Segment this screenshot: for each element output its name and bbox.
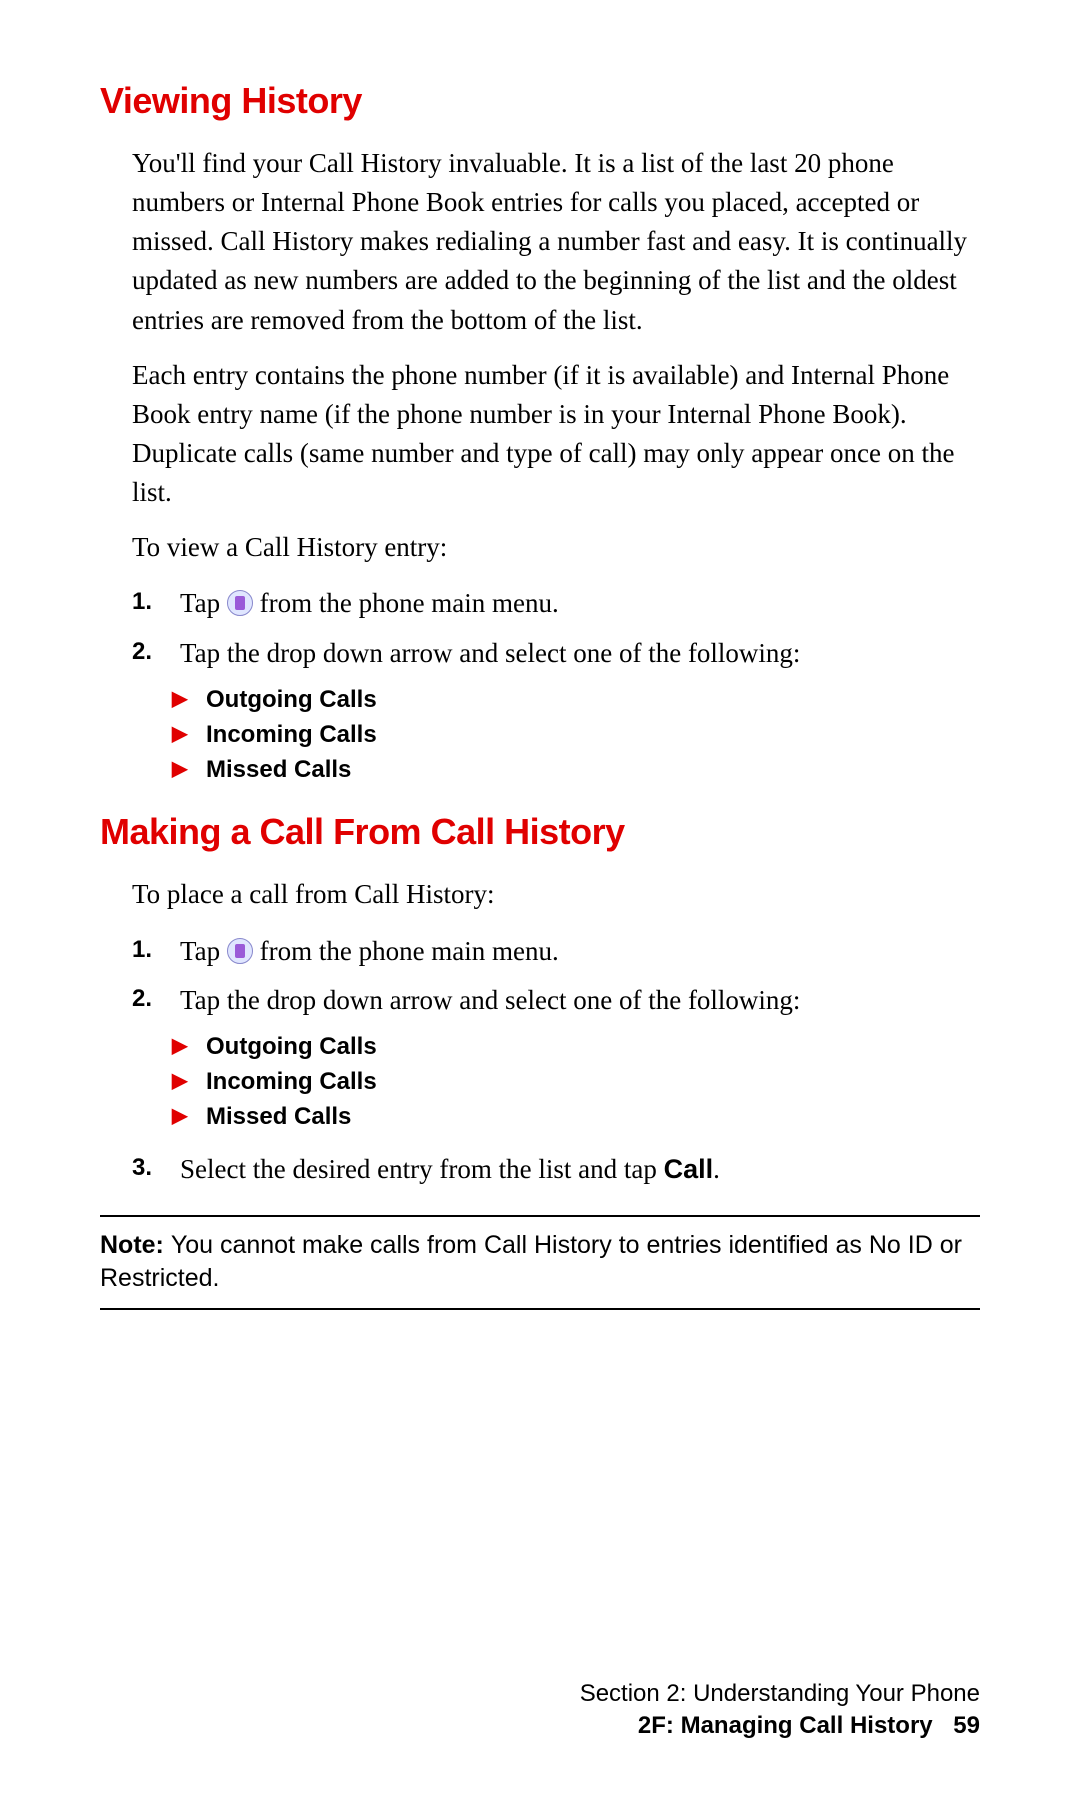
- triangle-icon: ▶: [172, 685, 187, 714]
- call-type-list-1: ▶ Outgoing Calls ▶ Incoming Calls ▶ Missed …: [172, 683, 980, 787]
- para-intro-3: To view a Call History entry:: [132, 528, 980, 567]
- phone-menu-icon: [227, 590, 253, 616]
- page-number: 59: [953, 1712, 980, 1739]
- step-item: Tap the drop down arrow and select one o…: [132, 980, 980, 1022]
- bullet-label: Missed Calls: [206, 1103, 351, 1130]
- bullet-label: Outgoing Calls: [206, 686, 377, 713]
- step-text-post: from the phone main menu.: [260, 936, 559, 966]
- phone-menu-icon: [227, 938, 253, 964]
- step-item: Tap from the phone main menu.: [132, 931, 980, 973]
- bullet-label: Missed Calls: [206, 756, 351, 783]
- step-item: Select the desired entry from the list a…: [132, 1149, 980, 1191]
- bullet-item: ▶ Incoming Calls: [172, 718, 980, 753]
- footer-subsection: 2F: Managing Call History 59: [100, 1712, 980, 1740]
- triangle-icon: ▶: [172, 720, 187, 749]
- step-text: Tap the drop down arrow and select one o…: [180, 985, 800, 1015]
- step-text: Tap the drop down arrow and select one o…: [180, 638, 800, 668]
- bullet-item: ▶ Incoming Calls: [172, 1065, 980, 1100]
- bullet-item: ▶ Outgoing Calls: [172, 683, 980, 718]
- bullet-item: ▶ Outgoing Calls: [172, 1030, 980, 1065]
- note-callout: Note: You cannot make calls from Call Hi…: [100, 1215, 980, 1311]
- note-text: You cannot make calls from Call History …: [100, 1231, 962, 1293]
- bullet-item: ▶ Missed Calls: [172, 753, 980, 788]
- step-text-post: .: [713, 1154, 720, 1184]
- step-text-post: from the phone main menu.: [260, 588, 559, 618]
- para-place-call: To place a call from Call History:: [132, 875, 980, 914]
- call-bold: Call: [664, 1154, 714, 1184]
- page-footer: Section 2: Understanding Your Phone 2F: …: [100, 1680, 980, 1740]
- triangle-icon: ▶: [172, 755, 187, 784]
- steps-list-1: Tap from the phone main menu. Tap the dr…: [132, 583, 980, 675]
- bullet-label: Incoming Calls: [206, 721, 377, 748]
- step-text-pre: Tap: [180, 588, 227, 618]
- step-text-pre: Select the desired entry from the list a…: [180, 1154, 664, 1184]
- step-item: Tap the drop down arrow and select one o…: [132, 633, 980, 675]
- call-type-list-2: ▶ Outgoing Calls ▶ Incoming Calls ▶ Missed …: [172, 1030, 980, 1134]
- triangle-icon: ▶: [172, 1032, 187, 1061]
- step-item: Tap from the phone main menu.: [132, 583, 980, 625]
- heading-making-call: Making a Call From Call History: [100, 811, 980, 853]
- bullet-label: Incoming Calls: [206, 1068, 377, 1095]
- para-intro-1: You'll find your Call History invaluable…: [132, 144, 980, 340]
- step-text-pre: Tap: [180, 936, 227, 966]
- footer-section: Section 2: Understanding Your Phone: [100, 1680, 980, 1708]
- triangle-icon: ▶: [172, 1102, 187, 1131]
- footer-subsection-text: 2F: Managing Call History: [638, 1712, 933, 1739]
- manual-page: Viewing History You'll find your Call Hi…: [100, 80, 980, 1310]
- note-label: Note:: [100, 1231, 171, 1259]
- steps-list-2b: Select the desired entry from the list a…: [132, 1149, 980, 1191]
- steps-list-2: Tap from the phone main menu. Tap the dr…: [132, 931, 980, 1023]
- heading-viewing-history: Viewing History: [100, 80, 980, 122]
- triangle-icon: ▶: [172, 1067, 187, 1096]
- bullet-label: Outgoing Calls: [206, 1033, 377, 1060]
- bullet-item: ▶ Missed Calls: [172, 1100, 980, 1135]
- para-intro-2: Each entry contains the phone number (if…: [132, 356, 980, 513]
